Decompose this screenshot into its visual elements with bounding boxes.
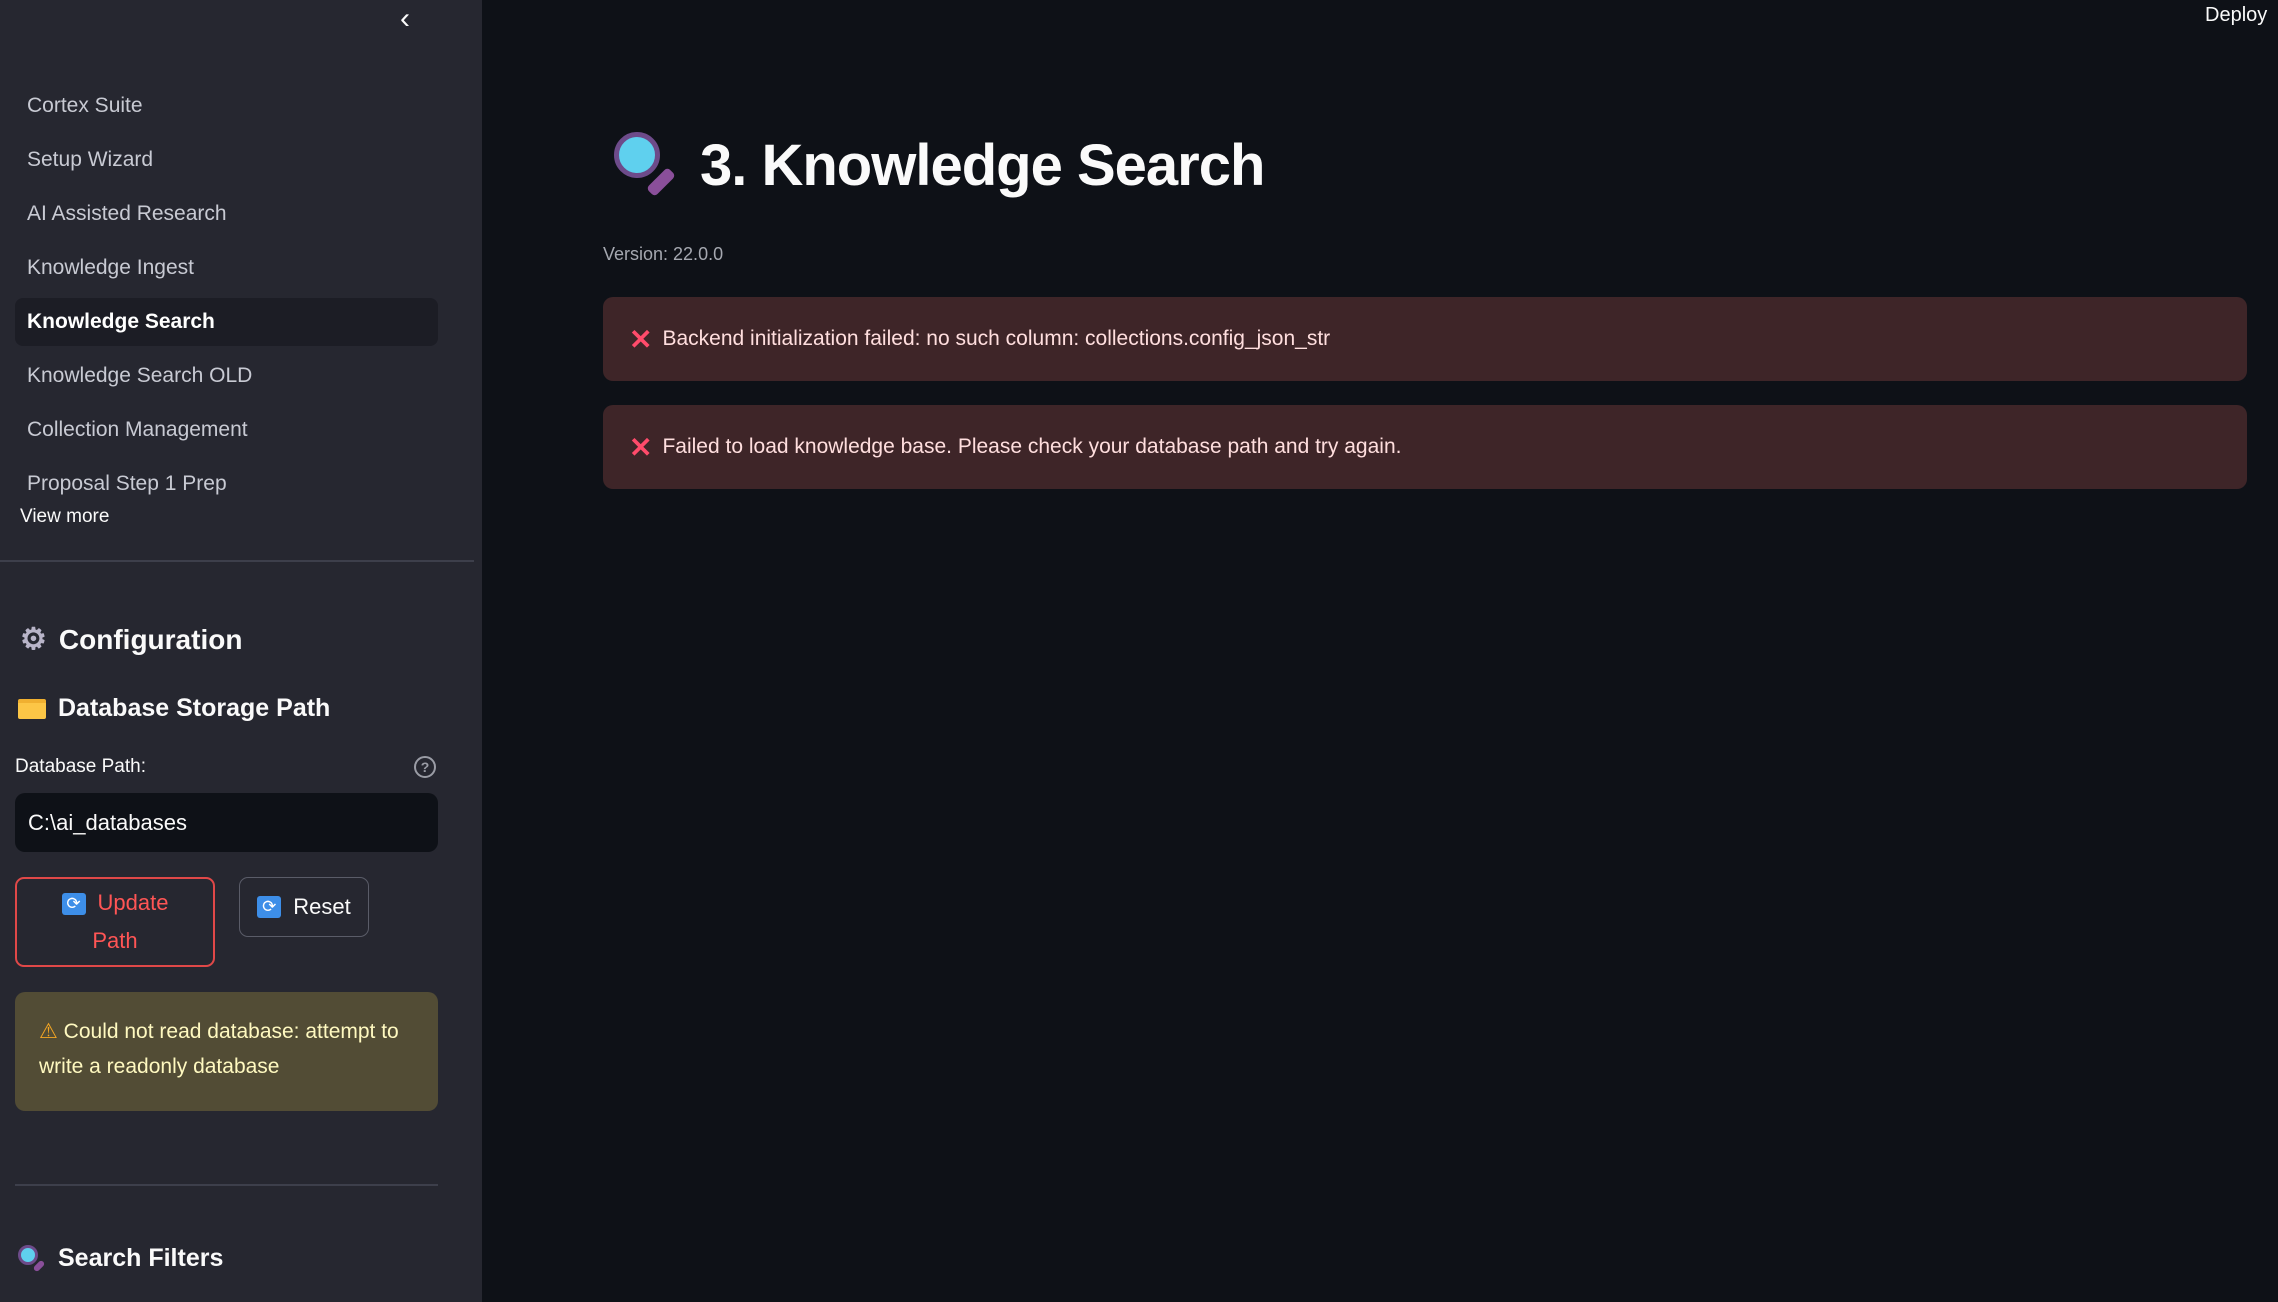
- update-path-label: Update Path: [92, 890, 169, 953]
- page-title: 3. Knowledge Search: [610, 130, 1265, 200]
- sidebar-item-setup-wizard[interactable]: Setup Wizard: [15, 136, 438, 184]
- sidebar-item-knowledge-ingest[interactable]: Knowledge Ingest: [15, 244, 438, 292]
- warning-alert: ⚠ Could not read database: attempt to wr…: [15, 992, 438, 1111]
- warning-text: Could not read database: attempt to writ…: [39, 1020, 399, 1078]
- refresh-icon: ⟳: [61, 893, 86, 916]
- magnifying-glass-icon: [610, 130, 680, 200]
- collapse-sidebar-chevron-left-icon[interactable]: ‹: [400, 4, 422, 34]
- sidebar-item-cortex-suite[interactable]: Cortex Suite: [15, 82, 438, 130]
- magnifying-glass-icon: [18, 1244, 46, 1273]
- page-title-text: 3. Knowledge Search: [700, 132, 1265, 198]
- x-icon: ✕: [629, 431, 653, 463]
- configuration-title: Configuration: [58, 623, 243, 655]
- db-path-label: Database Path:: [15, 756, 146, 777]
- sidebar-item-collection-management[interactable]: Collection Management: [15, 406, 438, 454]
- help-icon[interactable]: ?: [414, 756, 436, 778]
- sidebar-item-knowledge-search[interactable]: Knowledge Search: [15, 298, 438, 346]
- divider: [15, 1184, 438, 1186]
- search-filters-heading: Search Filters: [18, 1244, 223, 1273]
- deploy-button[interactable]: Deploy: [2205, 4, 2267, 27]
- version-text: Version: 22.0.0: [603, 244, 724, 264]
- error-text: Failed to load knowledge base. Please ch…: [662, 435, 1402, 458]
- sidebar-item-ai-assisted-research[interactable]: AI Assisted Research: [15, 190, 438, 238]
- db-storage-heading: Database Storage Path: [18, 694, 330, 723]
- db-path-input[interactable]: [15, 793, 438, 852]
- configuration-heading: ⚙ Configuration: [20, 622, 242, 657]
- search-filters-title: Search Filters: [58, 1244, 224, 1272]
- sidebar-item-knowledge-search-old[interactable]: Knowledge Search OLD: [15, 352, 438, 400]
- error-alert: ✕ Backend initialization failed: no such…: [603, 297, 2247, 381]
- error-alert: ✕ Failed to load knowledge base. Please …: [603, 405, 2247, 489]
- db-storage-title: Database Storage Path: [58, 694, 331, 722]
- reset-label: Reset: [293, 894, 351, 919]
- sidebar: ‹ Cortex Suite Setup Wizard AI Assisted …: [0, 0, 482, 1302]
- gear-icon: ⚙: [20, 623, 47, 656]
- folder-icon: [18, 698, 46, 719]
- refresh-icon: ⟳: [257, 896, 282, 918]
- view-more-link[interactable]: View more: [20, 506, 109, 528]
- error-text: Backend initialization failed: no such c…: [662, 327, 1331, 350]
- sidebar-item-proposal-step-1-prep[interactable]: Proposal Step 1 Prep: [15, 460, 438, 496]
- x-icon: ✕: [629, 323, 653, 355]
- divider: [0, 560, 474, 562]
- reset-button[interactable]: ⟳ Reset: [239, 877, 369, 937]
- update-path-button[interactable]: ⟳ Update Path: [15, 877, 215, 967]
- warning-icon: ⚠: [39, 1020, 58, 1043]
